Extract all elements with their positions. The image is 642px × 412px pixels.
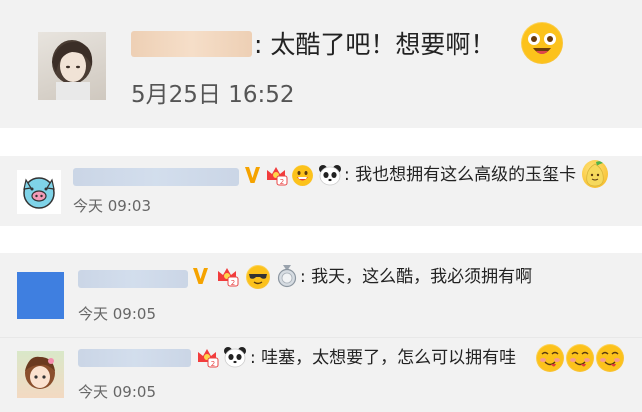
yummy-face-icon — [566, 344, 594, 372]
comment-text: : 哇塞，太想要了，怎么可以拥有哇 — [250, 348, 517, 368]
timestamp: 今天 09:03 — [73, 197, 151, 215]
medal-icon — [277, 265, 297, 288]
svg-text:2: 2 — [211, 360, 215, 368]
vip-crown-badge: 2 — [198, 349, 219, 368]
panda-icon — [224, 347, 246, 368]
svg-text:2: 2 — [231, 279, 235, 287]
cool-face-icon — [246, 265, 270, 289]
verified-v-icon — [193, 268, 208, 284]
yummy-face-icon — [536, 344, 564, 372]
avatar[interactable] — [17, 351, 64, 398]
excited-face-icon — [521, 22, 563, 64]
username-blurred[interactable] — [78, 349, 191, 367]
avatar[interactable] — [17, 170, 61, 214]
username-blurred[interactable] — [78, 270, 188, 288]
timestamp: 5月25日 16:52 — [131, 82, 295, 108]
comment-text: : 太酷了吧！想要啊！ — [254, 30, 496, 59]
comment-card: 2 : 哇塞，太想要了，怎么可以拥有哇 今天 09:05 — [0, 337, 642, 412]
grinning-face-icon — [292, 165, 313, 186]
verified-v-icon — [245, 167, 260, 183]
yummy-face-icon — [596, 344, 624, 372]
comment-card: 2 : 我天，这么酷，我必须拥有啊 今天 09:05 — [0, 253, 642, 337]
avatar[interactable] — [38, 32, 106, 100]
comment-card: 2 : 我也想拥有这么高级的玉玺卡 今天 09:03 — [0, 156, 642, 226]
separator — [0, 226, 642, 253]
post-card: : 太酷了吧！想要啊！ 5月25日 16:52 — [0, 0, 642, 128]
avatar[interactable] — [17, 272, 64, 319]
vip-crown-badge: 2 — [218, 268, 239, 287]
username-blurred[interactable] — [131, 31, 252, 57]
timestamp: 今天 09:05 — [78, 383, 156, 401]
vip-crown-badge: 2 — [267, 167, 288, 186]
separator — [0, 128, 642, 156]
svg-text:2: 2 — [280, 178, 284, 186]
timestamp: 今天 09:05 — [78, 305, 156, 323]
username-blurred[interactable] — [73, 168, 239, 186]
panda-icon — [319, 165, 341, 186]
comment-text: : 我天，这么酷，我必须拥有啊 — [300, 267, 533, 287]
comment-text: : 我也想拥有这么高级的玉玺卡 — [344, 165, 577, 185]
pear-face-icon — [582, 160, 608, 188]
